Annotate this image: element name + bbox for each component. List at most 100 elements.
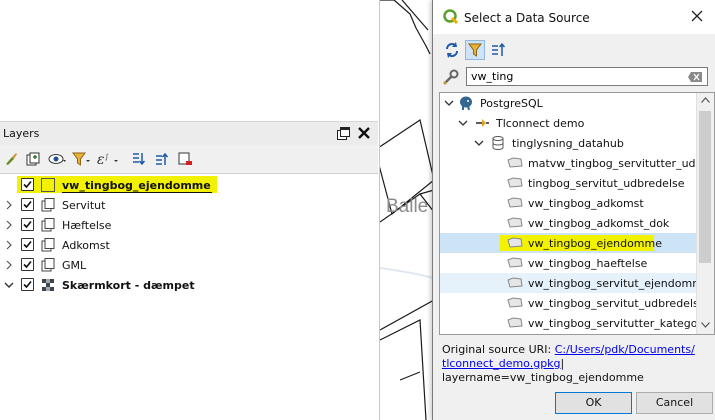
layer-visibility-checkbox[interactable] <box>21 258 34 271</box>
tree-node-schema[interactable]: tinglysning_datahub <box>440 133 696 153</box>
layer-group-icon <box>40 197 56 213</box>
tree-scrollbar[interactable] <box>696 93 714 334</box>
layer-visibility-checkbox[interactable] <box>21 278 34 291</box>
layer-name: GML <box>62 259 87 272</box>
filter-legend-icon[interactable] <box>72 151 90 167</box>
search-input[interactable] <box>466 67 708 86</box>
close-dialog-icon[interactable] <box>691 10 703 22</box>
tree-item[interactable]: vw_tingbog_haeftelse <box>440 253 696 273</box>
layer-visibility-checkbox[interactable] <box>21 198 34 211</box>
scrollbar-thumb[interactable] <box>699 111 711 263</box>
tree-item[interactable]: vw_tingbog_adkomst <box>440 193 696 213</box>
close-panel-icon[interactable] <box>357 126 371 140</box>
layer-row-haeftelse[interactable]: Hæftelse <box>0 215 378 235</box>
polygon-layer-icon <box>506 195 524 211</box>
tree-item[interactable]: vw_tingbog_servitut_udbredelse <box>440 293 706 313</box>
layer-group-icon <box>40 217 56 233</box>
expression-filter-icon[interactable]: ε ∫ <box>96 151 118 167</box>
layer-visibility-checkbox[interactable] <box>21 238 34 251</box>
tree-item-selected[interactable]: vw_tingbog_ejendomme <box>440 233 696 253</box>
tree-item[interactable]: vw_tingbog_adkomst_dok <box>440 213 696 233</box>
layer-tree: vw_tingbog_ejendomme Servitut Hæftelse A… <box>0 173 378 420</box>
layer-visibility-checkbox[interactable] <box>21 218 34 231</box>
svg-text:∫: ∫ <box>105 153 109 161</box>
chevron-right-icon[interactable] <box>3 199 15 211</box>
ok-button[interactable]: OK <box>555 392 632 414</box>
text-cursor: | <box>560 357 565 370</box>
connection-plug-icon <box>474 115 490 131</box>
svg-text:ε: ε <box>97 152 105 167</box>
chevron-down-icon[interactable] <box>474 138 484 148</box>
layers-panel-titlebar: Layers <box>0 121 378 146</box>
clear-search-icon[interactable] <box>688 72 702 82</box>
polygon-layer-icon <box>506 295 524 311</box>
layer-name: Hæftelse <box>62 219 112 232</box>
layer-row-skaermkort[interactable]: Skærmkort - dæmpet <box>0 275 378 295</box>
uri-layername: layername=vw_tingbog_ejendomme <box>442 371 644 384</box>
uri-link-file[interactable]: tlconnect_demo.gpkg <box>442 357 561 370</box>
layer-name: Adkomst <box>62 239 110 252</box>
tree-item-label: matvw_tingbog_servitutter_ud... <box>528 157 707 170</box>
layer-row-servitut[interactable]: Servitut <box>0 195 378 215</box>
tree-item[interactable]: matvw_tingbog_servitutter_ud... <box>440 153 706 173</box>
wrench-search-icon <box>442 68 460 86</box>
tree-item-label: vw_tingbog_ejendomme <box>528 237 662 250</box>
postgresql-elephant-icon <box>458 95 474 111</box>
database-schema-icon <box>490 135 506 151</box>
polygon-layer-icon <box>506 235 524 251</box>
layer-name: vw_tingbog_ejendomme <box>62 179 211 192</box>
tree-item-hovered[interactable]: vw_tingbog_servitut_ejendomme <box>440 273 710 293</box>
polygon-layer-icon <box>506 255 524 271</box>
chevron-right-icon[interactable] <box>3 259 15 271</box>
polygon-layer-icon <box>506 215 524 231</box>
refresh-icon[interactable] <box>442 40 462 60</box>
layers-panel-title: Layers <box>3 127 40 140</box>
tree-item[interactable]: tingbog_servitut_udbredelse <box>440 173 696 193</box>
chevron-down-icon[interactable] <box>458 118 468 128</box>
underline-decoration <box>62 192 212 193</box>
remove-layer-icon[interactable] <box>177 151 193 167</box>
scroll-up-arrow-icon[interactable] <box>701 97 710 103</box>
scroll-down-arrow-icon[interactable] <box>701 322 710 328</box>
tree-item[interactable]: vw_tingbog_servitutter_kategori <box>440 313 705 333</box>
empty-symbol-icon <box>40 177 56 193</box>
chevron-right-icon[interactable] <box>3 239 15 251</box>
tree-item-label: vw_tingbog_adkomst <box>528 197 644 210</box>
qgis-logo-icon <box>443 9 459 25</box>
chevron-right-icon[interactable] <box>3 219 15 231</box>
style-paint-icon[interactable] <box>3 151 19 167</box>
layer-row-adkomst[interactable]: Adkomst <box>0 235 378 255</box>
tree-node-connection[interactable]: Tlconnect demo <box>440 113 696 133</box>
add-group-icon[interactable] <box>25 151 41 167</box>
layer-row-gml[interactable]: GML <box>0 255 378 275</box>
data-source-tree[interactable]: PostgreSQL Tlconnect demo tinglysning_da… <box>439 92 715 335</box>
float-panel-icon[interactable] <box>337 127 351 140</box>
dialog-titlebar: Select a Data Source <box>433 0 715 34</box>
select-data-source-dialog: Select a Data Source PostgreSQL Tlconnec… <box>432 0 715 420</box>
tree-label: tinglysning_datahub <box>512 137 624 150</box>
tree-node-postgresql[interactable]: PostgreSQL <box>440 93 696 113</box>
expand-all-icon[interactable] <box>131 151 147 167</box>
raster-tile-icon <box>40 277 56 293</box>
chevron-down-icon[interactable] <box>444 98 454 108</box>
layer-row-vw-tingbog-ejendomme[interactable]: vw_tingbog_ejendomme <box>0 175 378 195</box>
uri-link-path[interactable]: C:/Users/pdk/Documents/ <box>555 343 695 356</box>
chevron-down-icon[interactable] <box>3 279 15 291</box>
layer-group-icon <box>40 257 56 273</box>
layers-panel: Layers ε ∫ vw_tingbog_ejendomme Servitut… <box>0 121 378 420</box>
collapse-tree-icon[interactable] <box>489 40 509 60</box>
layer-visibility-checkbox[interactable] <box>21 178 34 191</box>
polygon-layer-icon <box>506 175 524 191</box>
tree-item-label: vw_tingbog_servitutter_kategori <box>528 317 706 330</box>
search-row <box>433 64 715 90</box>
cancel-button[interactable]: Cancel <box>636 392 713 414</box>
visibility-eye-icon[interactable] <box>48 151 66 167</box>
tree-label: Tlconnect demo <box>496 117 585 130</box>
tree-item-label: vw_tingbog_adkomst_dok <box>528 217 670 230</box>
polygon-layer-icon <box>506 155 524 171</box>
layer-name: Servitut <box>62 199 106 212</box>
collapse-all-icon[interactable] <box>154 151 170 167</box>
layers-toolbar: ε ∫ <box>0 145 378 174</box>
layer-name: Skærmkort - dæmpet <box>62 279 195 292</box>
filter-toggle-icon[interactable] <box>465 40 485 60</box>
